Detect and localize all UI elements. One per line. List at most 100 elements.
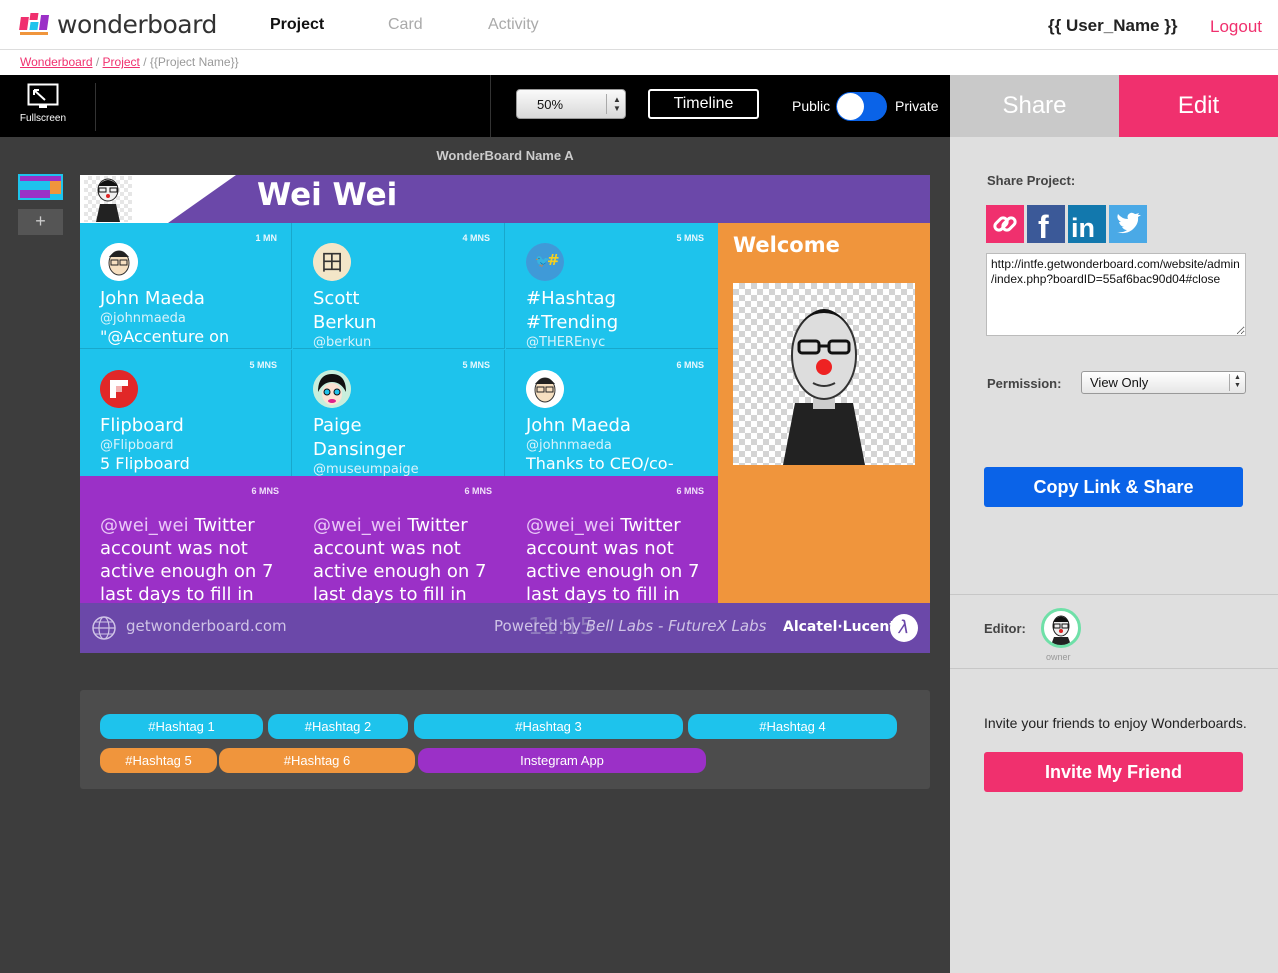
zoom-select[interactable]: 50% ▲ ▼	[516, 89, 626, 119]
tile-handle: @Flipboard	[100, 438, 174, 453]
toolbar-divider	[490, 75, 491, 137]
permission-select[interactable]: View Only ▲ ▼	[1081, 371, 1246, 394]
breadcrumb-current: {{Project Name}}	[149, 55, 239, 69]
board-header: Wei Wei	[80, 175, 930, 223]
hashtag-chip[interactable]: #Hashtag 3	[414, 714, 683, 739]
wonderboard-logo[interactable]: wonderboard	[19, 9, 217, 39]
footer-url: getwonderboard.com	[126, 617, 287, 635]
nav-project[interactable]: Project	[270, 16, 324, 34]
footer-brand: Alcatel·Lucent	[783, 619, 897, 635]
private-label: Private	[895, 98, 939, 114]
facebook-icon[interactable]: f	[1027, 205, 1065, 245]
tweet-tile[interactable]: 5 MNS Flipboard @Flipboard 5 Flipboard	[80, 350, 292, 476]
globe-icon	[92, 616, 116, 640]
logo-text: wonderboard	[57, 9, 217, 39]
avatar: 田	[313, 243, 351, 281]
panel-divider	[950, 594, 1278, 595]
toolbar-divider	[95, 83, 96, 131]
invite-friend-button[interactable]: Invite My Friend	[984, 752, 1243, 792]
board-toolbar: Fullscreen 50% ▲ ▼ Timeline Public Privat…	[0, 75, 950, 137]
zoom-divider	[606, 94, 607, 114]
welcome-title: Welcome	[733, 233, 840, 257]
hashtag-chip[interactable]: #Hashtag 4	[688, 714, 897, 739]
footer-powered: Powered by Bell Labs - FutureX Labs	[494, 617, 767, 635]
tile-time: 5 MNS	[249, 360, 277, 370]
tile-time: 5 MNS	[676, 233, 704, 243]
breadcrumb-separator: /	[143, 55, 150, 69]
user-name[interactable]: {{ User_Name }}	[1048, 16, 1177, 36]
tab-edit[interactable]: Edit	[1119, 75, 1278, 137]
board-workspace: + WonderBoard Name A Wei Wei 1 MN John M…	[0, 137, 950, 973]
logo-mark-icon	[19, 13, 54, 35]
svg-text:#: #	[547, 251, 560, 269]
hashtag-chip[interactable]: #Hashtag 5	[100, 748, 217, 773]
tile-handle: @johnmaeda	[100, 311, 186, 326]
nav-activity[interactable]: Activity	[488, 16, 539, 34]
tile-text: "@Accenture on	[100, 327, 230, 346]
tweet-tile[interactable]: 5 MNS Paige Dansinger @museumpaige	[293, 350, 505, 476]
copy-link-icon[interactable]	[986, 205, 1024, 243]
purple-tile[interactable]: 6 MNS @wei_wei Twitter account was not a…	[293, 476, 506, 603]
timeline-button[interactable]: Timeline	[648, 89, 759, 119]
share-project-label: Share Project:	[987, 173, 1076, 188]
tile-handle: @museumpaige	[313, 462, 419, 476]
breadcrumb-wonderboard[interactable]: Wonderboard	[20, 55, 93, 69]
tile-text: @wei_wei Twitter account was not active …	[313, 514, 493, 603]
toggle-knob	[837, 93, 864, 120]
mention: @wei_wei	[526, 515, 615, 536]
board-thumbnail[interactable]	[18, 174, 63, 200]
owner-label: owner	[1046, 652, 1071, 662]
tile-name: John Maeda	[100, 288, 205, 309]
hashtag-chip[interactable]: #Hashtag 2	[268, 714, 408, 739]
hashtag-panel: #Hashtag 1 #Hashtag 2 #Hashtag 3 #Hashta…	[80, 690, 930, 789]
tab-share[interactable]: Share	[950, 75, 1119, 137]
share-url-field[interactable]: http://intfe.getwonderboard.com/website/…	[986, 253, 1246, 336]
select-divider	[1229, 374, 1230, 391]
hashtag-chip[interactable]: #Hashtag 6	[219, 748, 415, 773]
board-name: WonderBoard Name A	[436, 148, 574, 163]
logout-link[interactable]: Logout	[1210, 17, 1262, 37]
fullscreen-icon	[27, 83, 59, 108]
visibility-toggle[interactable]	[836, 92, 887, 121]
hashtag-chip[interactable]: #Hashtag 1	[100, 714, 263, 739]
purple-tile[interactable]: 6 MNS @wei_wei Twitter account was not a…	[506, 476, 718, 603]
tile-handle: @johnmaeda	[526, 438, 612, 453]
tile-text: 5 Flipboard	[100, 454, 190, 473]
breadcrumb-project[interactable]: Project	[103, 55, 140, 69]
public-label: Public	[792, 98, 831, 114]
welcome-tile[interactable]: Welcome	[718, 223, 930, 603]
avatar: 🐦 #	[526, 243, 564, 281]
plus-icon: +	[35, 211, 46, 231]
tweet-tile[interactable]: 6 MNS John Maeda @johnmaeda Thanks to CE…	[506, 350, 718, 476]
panel-divider	[950, 668, 1278, 669]
add-board-button[interactable]: +	[18, 209, 63, 235]
tweet-tile[interactable]: 1 MN John Maeda @johnmaeda "@Accenture o…	[80, 223, 292, 349]
avatar	[313, 370, 351, 408]
purple-tile[interactable]: 6 MNS @wei_wei Twitter account was not a…	[80, 476, 293, 603]
tile-time: 1 MN	[255, 233, 277, 243]
tile-name: Scott Berkun	[313, 288, 377, 333]
permission-label: Permission:	[987, 376, 1062, 391]
tile-name: Paige Dansinger	[313, 415, 405, 460]
linkedin-icon[interactable]: in	[1068, 205, 1106, 243]
copy-link-share-button[interactable]: Copy Link & Share	[984, 467, 1243, 507]
tile-handle: @berkun	[313, 335, 372, 349]
board-canvas: Wei Wei 1 MN John Maeda @johnmaeda "@Acc…	[80, 175, 930, 653]
breadcrumb: Wonderboard / Project / {{Project Name}}	[20, 55, 239, 69]
fullscreen-button[interactable]: Fullscreen	[18, 83, 68, 129]
editor-avatar[interactable]	[1041, 608, 1081, 648]
alcatel-logo-icon: λ	[890, 614, 918, 642]
nav-card[interactable]: Card	[388, 16, 423, 34]
tweet-tile[interactable]: 5 MNS 🐦 # #Hashtag #Trending @THEREnyc	[506, 223, 718, 349]
tile-name: #Hashtag #Trending	[526, 288, 619, 333]
tile-time: 6 MNS	[676, 360, 704, 370]
select-arrows-icon: ▲ ▼	[1234, 374, 1241, 389]
tile-handle: @THEREnyc	[526, 335, 606, 349]
hashtag-chip[interactable]: Instegram App	[418, 748, 706, 773]
tile-name: John Maeda	[526, 415, 631, 436]
tweet-tile[interactable]: 4 MNS 田 Scott Berkun @berkun	[293, 223, 505, 349]
twitter-icon[interactable]	[1109, 205, 1147, 243]
permission-value: View Only	[1090, 375, 1149, 390]
svg-text:f: f	[1038, 209, 1049, 243]
welcome-photo	[733, 283, 915, 465]
